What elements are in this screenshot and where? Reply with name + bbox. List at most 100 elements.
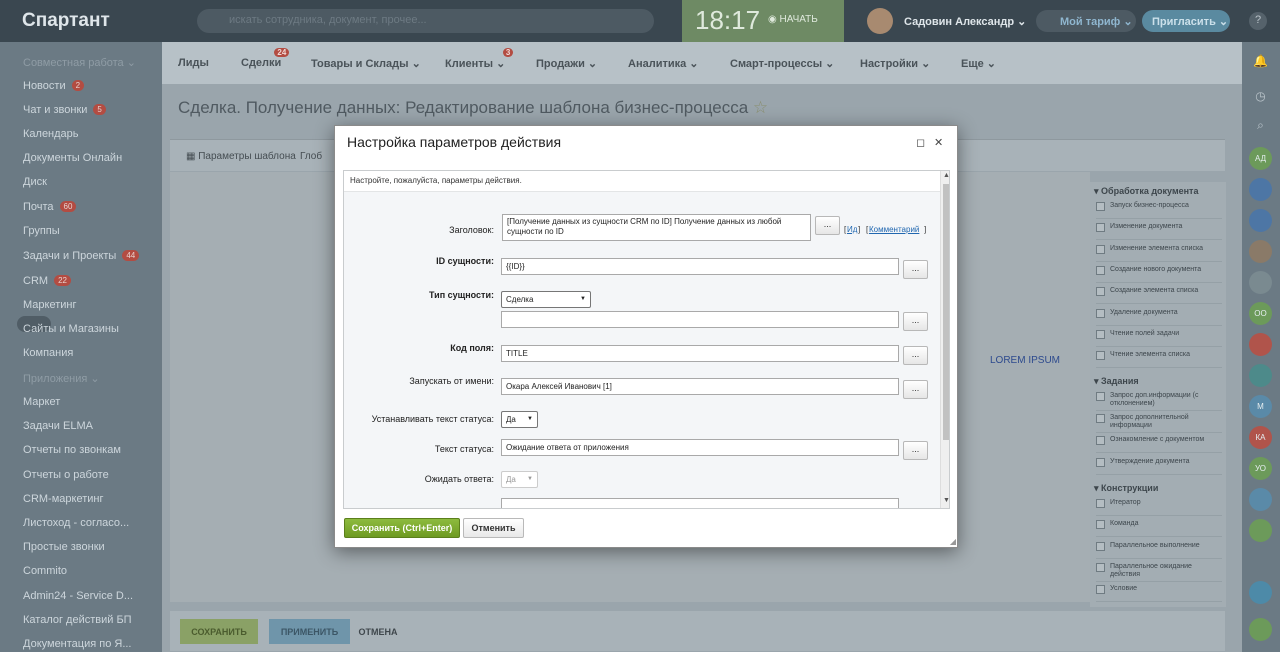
contact-avatar[interactable]: АД	[1249, 147, 1272, 170]
nav-item[interactable]: Аналитика ⌄	[628, 57, 699, 70]
sidebar-item[interactable]: Документация по Я...	[23, 638, 132, 650]
sidebar-item[interactable]: CRM-маркетинг	[23, 493, 103, 505]
toolbox-activity[interactable]: Условие	[1096, 584, 1222, 602]
contact-avatar[interactable]	[1249, 364, 1272, 387]
toolbox-activity[interactable]: Запрос доп.информации (с отклонением)	[1096, 392, 1222, 412]
nav-item[interactable]: Сделки 24	[241, 48, 290, 69]
sidebar-item[interactable]: Диск	[23, 176, 47, 188]
search-input[interactable]: искать сотрудника, документ, прочее...	[197, 9, 654, 33]
tariff-button[interactable]: Мой тариф ⌄	[1036, 10, 1136, 32]
sidebar-item[interactable]: Маркет	[23, 396, 60, 408]
contact-avatar[interactable]: УО	[1249, 457, 1272, 480]
sidebar-item[interactable]: Группы	[23, 225, 60, 237]
dialog-cancel-button[interactable]: Отменить	[463, 518, 524, 538]
sidebar-item[interactable]: Совместная работа ⌄	[23, 56, 136, 69]
clock-icon[interactable]: ◷	[1253, 89, 1268, 104]
cancel-link[interactable]: ОТМЕНА	[358, 619, 398, 644]
scroll-up-icon[interactable]: ▲	[943, 172, 949, 179]
nav-item[interactable]: Настройки ⌄	[860, 57, 930, 70]
close-icon[interactable]: ✕	[934, 136, 943, 149]
toolbox-activity[interactable]: Создание нового документа	[1096, 265, 1222, 283]
status-text-field[interactable]: Ожидание ответа от приложения	[501, 439, 899, 456]
notifications-icon[interactable]: 🔔	[1253, 54, 1268, 69]
entity-id-field[interactable]: {{ID}}	[501, 258, 899, 275]
comment-link[interactable]: Комментарий	[869, 225, 919, 234]
tab-global[interactable]: Глоб	[300, 151, 322, 162]
save-button[interactable]: СОХРАНИТЬ	[180, 619, 258, 644]
sidebar-item[interactable]: Приложения ⌄	[23, 372, 100, 385]
phone-icon[interactable]	[1249, 581, 1272, 604]
toolbox-activity[interactable]: Запрос дополнительной информации	[1096, 414, 1222, 434]
nav-item[interactable]: Клиенты ⌄ 3	[445, 48, 514, 70]
toolbox-activity[interactable]: Параллельное ожидание действия	[1096, 562, 1222, 582]
sidebar-item[interactable]: Commito	[23, 565, 67, 577]
run-as-field[interactable]: Окара Алексей Иванович [1]	[501, 378, 899, 395]
tab-template-params[interactable]: ▦ Параметры шаблона	[186, 151, 296, 162]
id-link[interactable]: Ид	[847, 225, 857, 234]
toolbox-activity[interactable]: Запуск бизнес-процесса	[1096, 202, 1222, 219]
sidebar-item[interactable]: Компания	[23, 347, 73, 359]
run-as-dots-button[interactable]: ...	[903, 380, 928, 399]
sidebar-item[interactable]: Маркетинг	[23, 299, 76, 311]
field-code-dots-button[interactable]: ...	[903, 346, 928, 365]
contact-avatar[interactable]	[1249, 333, 1272, 356]
toolbox-activity[interactable]: Создание элемента списка	[1096, 287, 1222, 305]
search-icon[interactable]: ⌕	[1253, 118, 1268, 133]
sidebar-item[interactable]: Новости 2	[23, 80, 85, 92]
scroll-thumb[interactable]	[943, 184, 949, 440]
sidebar-item[interactable]: Документы Онлайн	[23, 152, 122, 164]
contact-avatar[interactable]	[1249, 271, 1272, 294]
entity-type-select[interactable]: Сделка ▼	[501, 291, 591, 308]
sidebar-item[interactable]: CRM 22	[23, 275, 71, 287]
contact-avatar[interactable]	[1249, 488, 1272, 511]
nav-item[interactable]: Товары и Склады ⌄	[311, 57, 421, 70]
sidebar-item[interactable]: Задачи и Проекты 44	[23, 250, 140, 262]
apply-button[interactable]: ПРИМЕНИТЬ	[269, 619, 350, 644]
portal-logo[interactable]: Спартант	[22, 10, 110, 32]
resize-grip-icon[interactable]: ◢	[950, 537, 956, 546]
sidebar-item[interactable]: Отчеты о работе	[23, 469, 109, 481]
nav-item[interactable]: Продажи ⌄	[536, 57, 597, 70]
sidebar-item[interactable]: Календарь	[23, 128, 79, 140]
entity-id-dots-button[interactable]: ...	[903, 260, 928, 279]
dialog-save-button[interactable]: Сохранить (Ctrl+Enter)	[344, 518, 460, 538]
entity-type-extra-field[interactable]	[501, 311, 899, 328]
sidebar-item[interactable]: Почта 60	[23, 201, 77, 213]
contact-avatar[interactable]	[1249, 209, 1272, 232]
contact-avatar[interactable]	[1249, 240, 1272, 263]
contact-avatar[interactable]	[1249, 519, 1272, 542]
toolbox-activity[interactable]: Итератор	[1096, 499, 1222, 516]
sidebar-item[interactable]: Задачи ELMA	[23, 420, 93, 432]
invite-button[interactable]: Пригласить ⌄	[1142, 10, 1230, 32]
nav-item[interactable]: Лиды	[178, 57, 209, 69]
toolbox-activity[interactable]: Параллельное выполнение	[1096, 541, 1222, 559]
toolbox-activity[interactable]: Чтение полей задачи	[1096, 329, 1222, 347]
sidebar-item[interactable]: Каталог действий БП	[23, 614, 132, 626]
toolbox-activity[interactable]: Команда	[1096, 520, 1222, 538]
status-text-dots-button[interactable]: ...	[903, 441, 928, 460]
field-code-field[interactable]: TITLE	[501, 345, 899, 362]
sidebar-item[interactable]: Чат и звонки 5	[23, 104, 106, 116]
nav-item[interactable]: Смарт-процессы ⌄	[730, 57, 834, 70]
toolbox-section-title[interactable]: ▾ Конструкции	[1094, 483, 1158, 494]
maximize-icon[interactable]: ◻	[916, 136, 925, 149]
next-field[interactable]	[501, 498, 899, 508]
sidebar-item[interactable]: Сайты и Магазины	[23, 323, 119, 335]
nav-item[interactable]: Еще ⌄	[961, 57, 996, 70]
contact-avatar[interactable]: М	[1249, 395, 1272, 418]
sidebar-item[interactable]: Отчеты по звонкам	[23, 444, 121, 456]
toolbox-activity[interactable]: Утверждение документа	[1096, 457, 1222, 475]
entity-type-dots-button[interactable]: ...	[903, 312, 928, 331]
header-dots-button[interactable]: ...	[815, 216, 840, 235]
sidebar-item[interactable]: Листоход - согласо...	[23, 517, 129, 529]
wait-answer-select[interactable]: Да ▼	[501, 471, 538, 488]
scroll-down-icon[interactable]: ▼	[943, 497, 949, 504]
set-status-select[interactable]: Да ▼	[501, 411, 538, 428]
toolbox-activity[interactable]: Изменение элемента списка	[1096, 244, 1222, 262]
contact-avatar[interactable]: ОО	[1249, 302, 1272, 325]
work-time-widget[interactable]: 18:17 ◉ НАЧАТЬ	[682, 0, 844, 42]
sidebar-item[interactable]: Admin24 - Service D...	[23, 590, 133, 602]
help-icon[interactable]: ?	[1249, 12, 1267, 30]
sidebar-item[interactable]: Простые звонки	[23, 541, 105, 553]
toolbox-activity[interactable]: Изменение документа	[1096, 223, 1222, 241]
